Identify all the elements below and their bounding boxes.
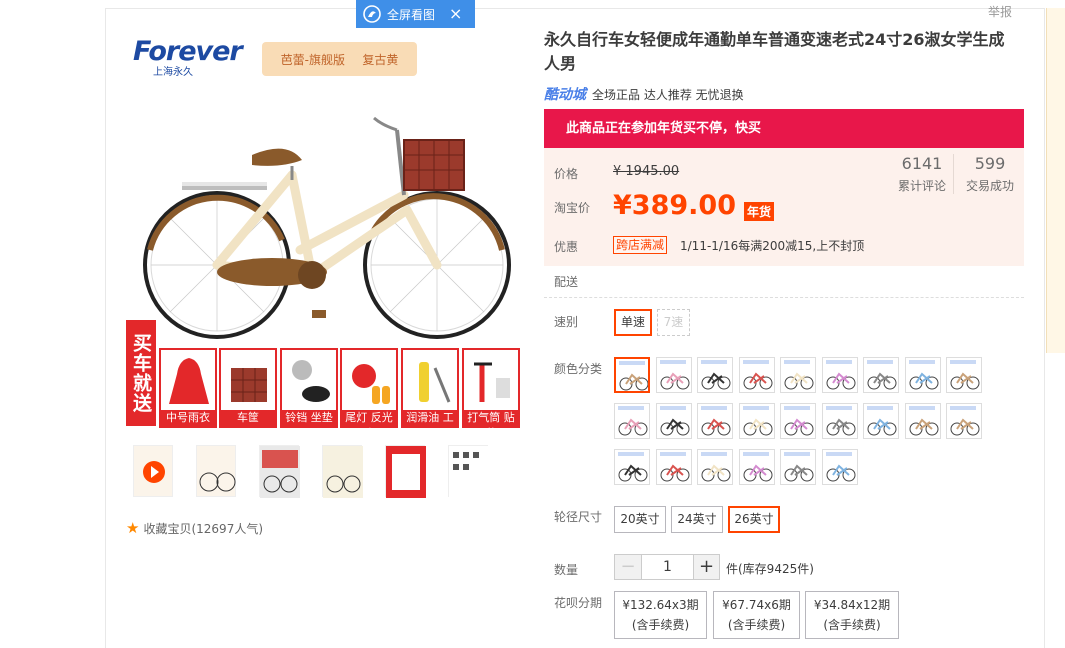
color-swatch[interactable] (904, 403, 941, 439)
promo-label: 优惠 (554, 240, 579, 254)
cross-store-tag[interactable]: 跨店满减 (613, 236, 668, 254)
installment-option-12[interactable]: ¥34.84x12期 (含手续费) (805, 591, 899, 639)
current-price: ¥389.00 (613, 190, 736, 221)
side-strip (1046, 8, 1065, 353)
thumbnail-image[interactable] (385, 445, 426, 498)
fullscreen-toolbar[interactable]: 全屏看图 × (356, 0, 475, 28)
tagline-text: 全场正品 达人推荐 无忧退换 (592, 87, 744, 102)
nianhuo-badge: 年货 (744, 202, 775, 221)
speed-label: 速别 (554, 315, 579, 329)
basket-icon (231, 368, 267, 402)
wheel-option-20[interactable]: 20英寸 (614, 506, 666, 533)
oil-bottle-icon (419, 362, 451, 403)
installment-option-6[interactable]: ¥67.74x6期 (含手续费) (713, 591, 800, 639)
color-swatch[interactable] (614, 403, 650, 439)
color-swatch[interactable] (655, 449, 692, 485)
increase-button[interactable]: + (693, 555, 719, 579)
original-price: ¥ 1945.00 (613, 164, 680, 179)
bell-icon (292, 360, 330, 402)
close-icon[interactable]: × (449, 6, 462, 22)
quantity-stepper: − 1 + (614, 554, 720, 580)
promo-banner: 此商品正在参加年货买不停，快买 (544, 109, 1024, 148)
brand-logo: Forever 上海永久 (133, 36, 243, 78)
color-swatch[interactable] (655, 403, 692, 439)
color-swatch[interactable] (697, 449, 733, 485)
variant-ribbon: 芭蕾-旗舰版 复古黄 (262, 42, 417, 76)
taillight-icon (352, 364, 390, 404)
thumbnail-strip (133, 445, 511, 498)
color-swatch[interactable] (946, 357, 982, 393)
decrease-button[interactable]: − (615, 555, 642, 579)
color-swatch[interactable] (738, 357, 775, 393)
stock-text: 件(库存9425件) (726, 562, 814, 576)
color-label: 颜色分类 (554, 362, 603, 376)
play-icon (143, 461, 165, 483)
squirrel-icon (363, 5, 381, 23)
thumbnail-image[interactable] (259, 445, 300, 498)
accessory-oil-tools: 润滑油 工具 (401, 348, 459, 440)
color-swatch[interactable] (863, 403, 899, 439)
color-swatch[interactable] (614, 357, 650, 393)
store-logo[interactable]: 酷动城 (544, 84, 586, 104)
color-swatch[interactable] (697, 357, 733, 393)
wheel-option-24[interactable]: 24英寸 (671, 506, 723, 533)
buy-gift-banner: 买车就送 (126, 320, 156, 426)
stat-divider (953, 154, 954, 194)
price-box: 价格 ¥ 1945.00 淘宝价 ¥389.00 年货 6141 累计评论 59… (544, 148, 1024, 266)
color-swatch[interactable] (863, 357, 899, 393)
promo-text: 1/11-1/16每满200减15,上不封顶 (680, 239, 865, 253)
wheel-option-26[interactable]: 26英寸 (728, 506, 780, 533)
fullscreen-label[interactable]: 全屏看图 (387, 6, 435, 23)
color-swatch[interactable] (780, 449, 816, 485)
speed-option-7[interactable]: 7速 (657, 309, 690, 336)
color-swatch[interactable] (614, 449, 650, 485)
favorite-button[interactable]: ★ 收藏宝贝 (12697人气) (126, 519, 263, 537)
color-swatch[interactable] (904, 357, 941, 393)
product-gallery: Forever 上海永久 芭蕾-旗舰版 复古黄 买车就送 中号雨衣 车筐 铃铛 … (120, 30, 530, 440)
review-stat[interactable]: 6141 累计评论 (894, 154, 950, 194)
product-title: 永久自行车女轻便成年通勤单车普通变速老式24寸26淑女学生成人男 (544, 30, 1005, 73)
color-swatch[interactable] (821, 357, 858, 393)
thumbnail-image[interactable] (196, 445, 236, 497)
installment-option-3[interactable]: ¥132.64x3期 (含手续费) (614, 591, 707, 639)
pump-icon (474, 362, 510, 402)
store-tagline: 酷动城 全场正品 达人推荐 无忧退换 (544, 84, 744, 104)
delivery-label: 配送 (554, 275, 579, 289)
star-icon: ★ (126, 519, 140, 537)
favorite-label[interactable]: 收藏宝贝 (143, 520, 191, 537)
bicycle-image[interactable] (142, 100, 512, 340)
thumbnail-image[interactable] (448, 445, 489, 498)
divider (544, 297, 1024, 298)
ribbon-color: 复古黄 (362, 52, 399, 67)
wheel-label: 轮径尺寸 (554, 510, 603, 524)
color-swatch[interactable] (821, 403, 858, 439)
accessory-taillight: 尾灯 反光片 (340, 348, 398, 440)
accessory-bell-seat: 铃铛 坐垫 (280, 348, 338, 428)
sales-stat: 599 交易成功 (965, 154, 1014, 193)
color-swatch[interactable] (946, 403, 982, 439)
color-swatch[interactable] (738, 403, 775, 439)
raincoat-icon (169, 358, 209, 404)
color-swatch[interactable] (697, 403, 733, 439)
price-label: 价格 (554, 167, 579, 181)
thumbnail-video[interactable] (133, 445, 173, 497)
color-swatch[interactable] (738, 449, 775, 485)
installment-label: 花呗分期 (554, 596, 603, 610)
accessory-basket: 车筐 (219, 348, 277, 428)
quantity-label: 数量 (554, 563, 579, 577)
ribbon-model: 芭蕾-旗舰版 (280, 52, 345, 67)
report-link[interactable]: 举报 (988, 3, 1012, 20)
speed-option-single[interactable]: 单速 (614, 309, 652, 336)
color-swatch[interactable] (821, 449, 858, 485)
accessory-raincoat: 中号雨衣 (159, 348, 217, 428)
color-swatch[interactable] (780, 403, 816, 439)
quantity-input[interactable]: 1 (642, 555, 693, 579)
favorite-count: (12697人气) (191, 521, 264, 536)
color-swatch[interactable] (655, 357, 692, 393)
accessory-pump-stickers: 打气筒 贴花 (462, 348, 520, 440)
taobao-price-label: 淘宝价 (554, 201, 591, 215)
color-swatch[interactable] (780, 357, 816, 393)
thumbnail-image[interactable] (322, 445, 363, 498)
